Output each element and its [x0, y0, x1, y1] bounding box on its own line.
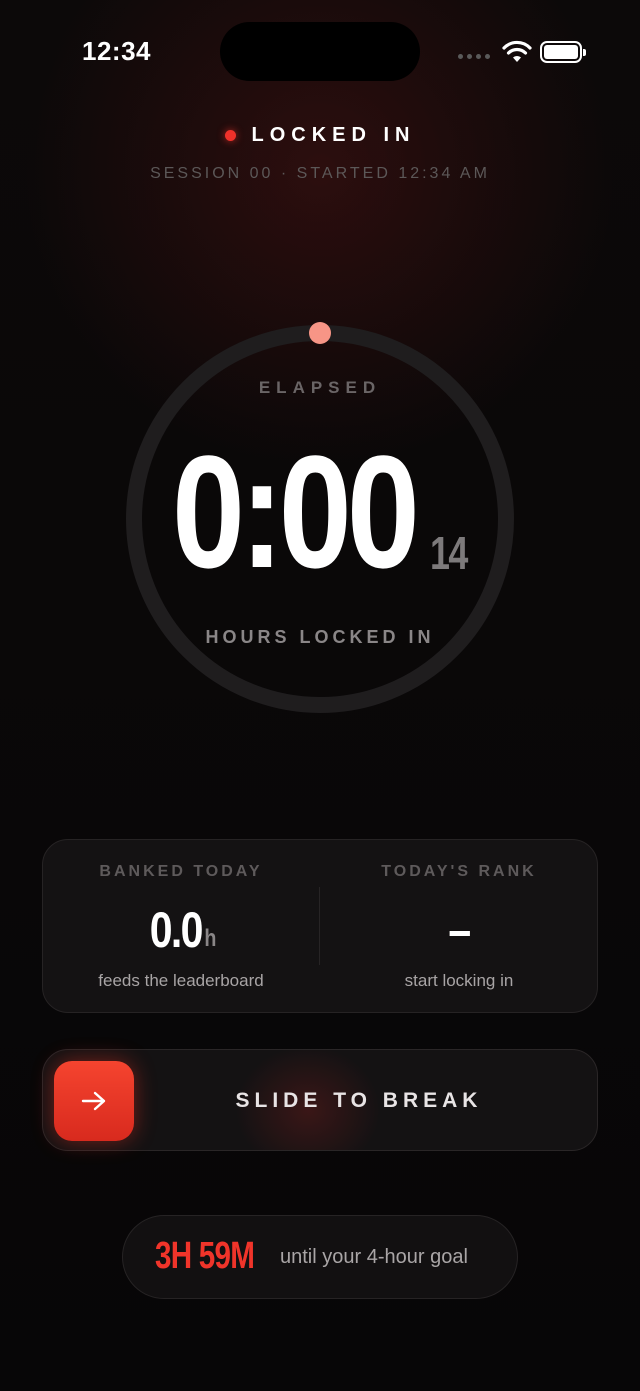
wifi-icon [502, 40, 532, 62]
recording-dot-icon [224, 130, 236, 141]
lock-status: LOCKED IN [0, 124, 640, 147]
slide-to-break-label: SLIDE TO BREAK [235, 1089, 483, 1112]
banked-today-value: 0.0 [149, 902, 204, 958]
banked-today-caption: feeds the leaderboard [98, 971, 264, 990]
todays-rank-value: – [448, 902, 471, 958]
status-bar-icons [458, 38, 586, 68]
goal-caption: until your 4-hour goal [280, 1246, 468, 1268]
session-info: SESSION 00 · STARTED 12:34 AM [150, 165, 490, 182]
dynamic-island [220, 22, 420, 81]
elapsed-label: ELAPSED [258, 378, 382, 397]
elapsed-seconds: 14 [430, 527, 468, 579]
elapsed-time: 0:00 [172, 422, 420, 601]
goal-remaining-time: 3H 59M [155, 1235, 255, 1277]
lock-in-screen: 12:34 LOCKED IN SESSION 00 · STARTED 12:… [0, 0, 640, 1391]
banked-today-stat: BANKED TODAY 0.0 h feeds the leaderboard [42, 839, 320, 1013]
todays-rank-label: TODAY'S RANK [381, 863, 537, 880]
todays-rank-stat: TODAY'S RANK – start locking in [320, 839, 598, 1013]
banked-today-label: BANKED TODAY [99, 863, 263, 880]
battery-icon [540, 41, 586, 63]
banked-today-unit: h [204, 925, 217, 952]
slide-to-break-handle[interactable] [54, 1061, 134, 1141]
hours-locked-in-label: HOURS LOCKED IN [205, 627, 435, 647]
cellular-signal-icon [458, 54, 490, 59]
status-bar-time: 12:34 [82, 36, 151, 66]
todays-rank-caption: start locking in [404, 971, 514, 990]
lock-status-label: LOCKED IN [251, 124, 416, 146]
arrow-right-icon [81, 1091, 106, 1111]
progress-ring-head [309, 322, 331, 344]
